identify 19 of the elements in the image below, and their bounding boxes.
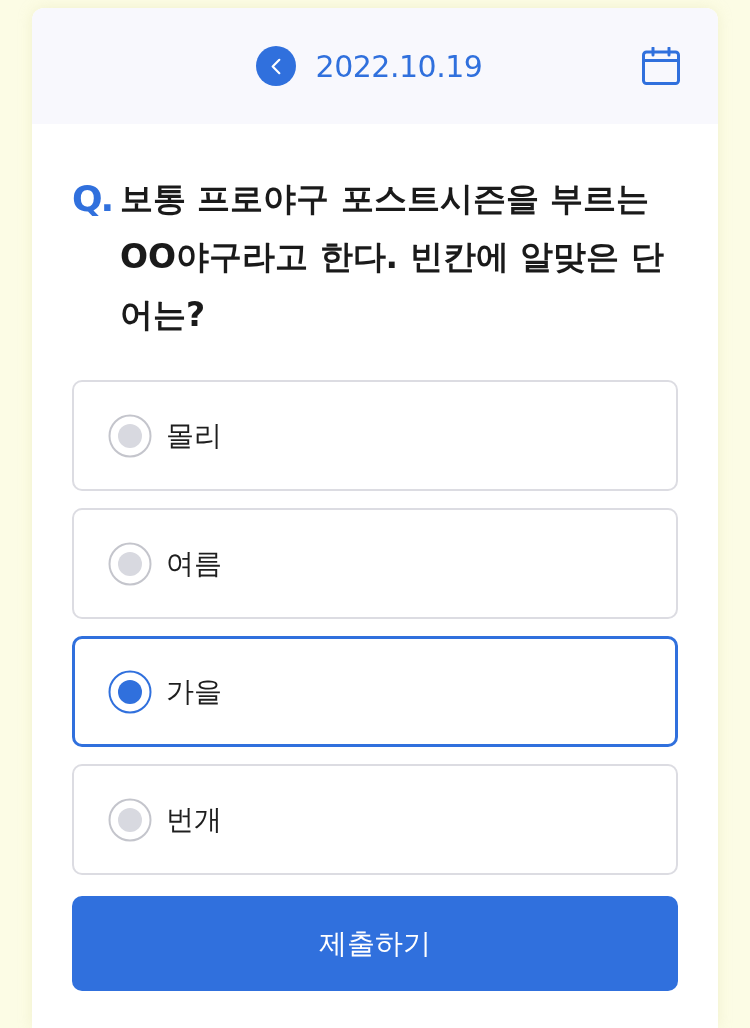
answer-option[interactable]: 몰리 (72, 380, 678, 491)
submit-button[interactable]: 제출하기 (72, 896, 678, 991)
answer-option[interactable]: 번개 (72, 764, 678, 875)
option-label: 번개 (166, 801, 222, 838)
question-marker: Q. (72, 177, 114, 221)
calendar-icon[interactable] (642, 47, 680, 85)
back-button[interactable] (255, 46, 296, 86)
radio-icon[interactable] (108, 541, 152, 586)
answer-option[interactable]: 여름 (72, 508, 678, 619)
answer-option[interactable]: 가을 (72, 636, 678, 747)
radio-icon[interactable] (108, 669, 152, 714)
date-title: 2022.10.19 (315, 48, 483, 84)
option-label: 몰리 (166, 417, 222, 454)
radio-icon[interactable] (108, 413, 152, 458)
chevron-left-icon (270, 57, 281, 75)
option-label: 여름 (166, 545, 222, 582)
option-label: 가을 (166, 673, 222, 710)
radio-icon[interactable] (108, 797, 152, 842)
question-text: 보통 프로야구 포스트시즌을 부르는 OO야구라고 한다. 빈칸에 알맞은 단어는? (120, 178, 665, 336)
